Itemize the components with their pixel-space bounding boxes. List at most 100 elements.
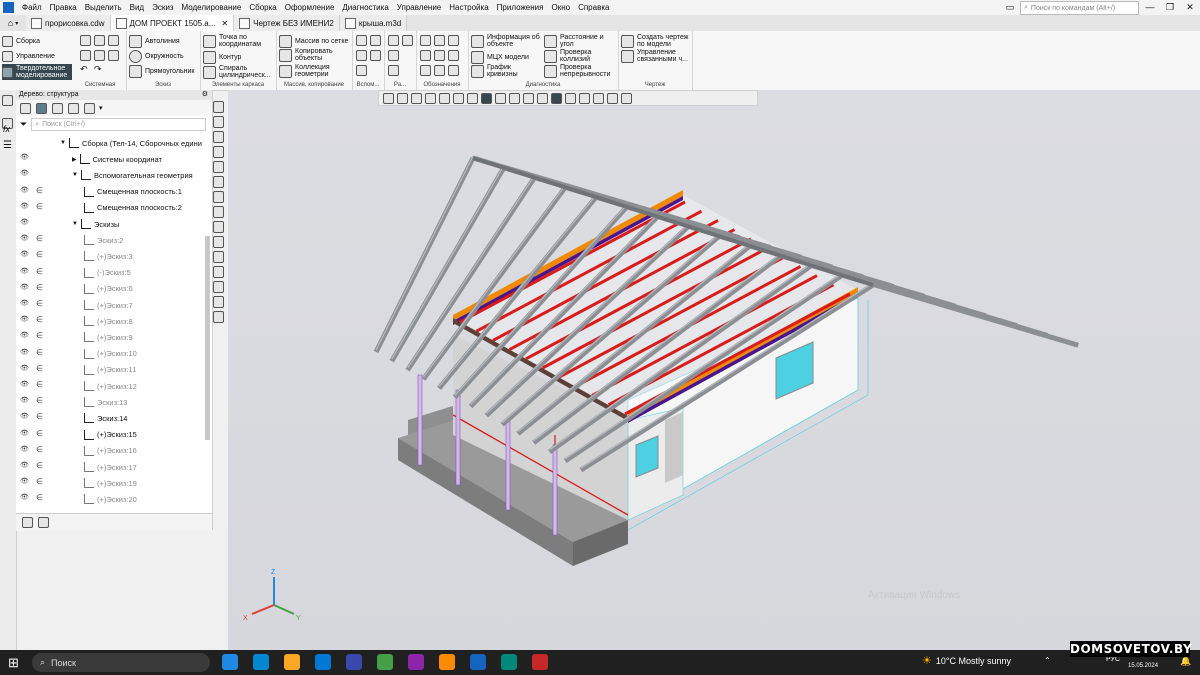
tree-row[interactable]: ▼ Сборка (Тел-14, Сборочных едини (16, 135, 206, 151)
operation-icon[interactable] (213, 296, 224, 308)
visibility-eye-icon[interactable]: 👁 (20, 331, 29, 339)
settings-gear-icon[interactable]: ⚙ (202, 90, 208, 100)
windows-start-icon[interactable]: ⊞ (8, 655, 19, 671)
visibility-eye-icon[interactable]: 👁 (20, 493, 29, 501)
close-tab-icon[interactable]: ✕ (221, 19, 228, 28)
mass-props-button[interactable]: МЦХ модели (471, 51, 529, 64)
redo-icon[interactable]: ↷ (94, 64, 102, 75)
tree-row[interactable]: 👁 ▶ Системы координат (16, 151, 206, 167)
tree-row[interactable]: 👁 ∈ Эскиз:14 (16, 410, 206, 426)
layout-icon[interactable]: ▭ (1000, 0, 1020, 15)
taskbar-app-icon[interactable] (222, 654, 238, 670)
link-icon[interactable]: ∈ (36, 412, 43, 421)
tree-row[interactable]: 👁 ∈ (+)Эскиз:10 (16, 346, 206, 362)
visibility-eye-icon[interactable]: 👁 (20, 445, 29, 453)
document-tab[interactable]: ДОМ ПРОЕКТ 1505.a... ✕ (110, 15, 235, 31)
tree-node[interactable]: Эскиз:2 (84, 235, 123, 246)
tree-node[interactable]: (+)Эскиз:7 (84, 300, 133, 310)
cs-icon[interactable] (370, 50, 381, 61)
print-icon[interactable] (80, 50, 91, 61)
taskbar-app-icon[interactable] (501, 654, 517, 670)
menu-item[interactable]: Выделить (81, 3, 126, 12)
visibility-eye-icon[interactable]: 👁 (20, 412, 29, 420)
visibility-eye-icon[interactable]: 👁 (20, 380, 29, 388)
weld-icon[interactable] (434, 65, 445, 76)
open-folder-icon[interactable] (94, 35, 105, 46)
tree-row[interactable]: 👁 ∈ (+)Эскиз:3 (16, 248, 206, 264)
operation-icon[interactable] (213, 236, 224, 248)
plane-icon[interactable] (356, 35, 367, 46)
tree-node[interactable]: ▼ Вспомогательная геометрия (72, 170, 193, 181)
leader-icon[interactable] (434, 35, 445, 46)
visibility-eye-icon[interactable]: 👁 (20, 299, 29, 307)
notifications-icon[interactable]: 🔔 (1180, 656, 1191, 667)
tree-row[interactable]: 👁 ∈ (+)Эскиз:19 (16, 475, 206, 491)
visibility-eye-icon[interactable]: 👁 (20, 218, 29, 226)
home-button[interactable]: ⌂ ▾ (0, 15, 26, 31)
undo-icon[interactable]: ↶ (80, 64, 88, 75)
taskbar-app-icon[interactable] (284, 654, 300, 670)
operation-icon[interactable] (213, 221, 224, 233)
roughness-icon[interactable] (448, 35, 459, 46)
operation-icon[interactable] (213, 206, 224, 218)
point-by-coords-button[interactable]: Точка по координатам (203, 34, 275, 48)
document-tab[interactable]: прорисовка.cdw (26, 15, 111, 31)
menu-item[interactable]: Моделирование (177, 3, 245, 12)
expand-toggle-icon[interactable]: ▶ (72, 156, 77, 163)
visibility-eye-icon[interactable]: 👁 (20, 461, 29, 469)
tree-row[interactable]: 👁 ∈ (+)Эскиз:11 (16, 362, 206, 378)
rectangle-button[interactable]: Прямоугольник (129, 65, 194, 78)
continuity-check-button[interactable]: Проверка непрерывности (544, 64, 616, 78)
tree-row[interactable]: 👁 ∈ (+)Эскиз:6 (16, 281, 206, 297)
circle-button[interactable]: Окружность (129, 50, 184, 63)
tree-row[interactable]: 👁 ∈ (+)Эскиз:20 (16, 491, 206, 507)
tree-structure-icon[interactable] (20, 102, 31, 114)
tree-node[interactable]: (+)Эскиз:9 (84, 332, 133, 343)
contour-button[interactable]: Контур (203, 51, 241, 64)
tree-row[interactable]: 👁 ∈ (+)Эскиз:15 (16, 427, 206, 443)
distance-angle-button[interactable]: Расстояние и угол (544, 34, 618, 48)
visibility-eye-icon[interactable]: 👁 (20, 396, 29, 404)
document-tab[interactable]: Чертеж БЕЗ ИМЕНИ2 (234, 15, 340, 31)
tree-node[interactable]: ▼ Сборка (Тел-14, Сборочных едини (60, 138, 202, 148)
visibility-eye-icon[interactable]: 👁 (20, 477, 29, 485)
link-icon[interactable]: ∈ (36, 461, 43, 470)
tolerance-icon[interactable] (448, 50, 459, 61)
link-icon[interactable]: ∈ (36, 250, 43, 259)
link-icon[interactable]: ∈ (36, 429, 43, 438)
menu-item[interactable]: Приложения (493, 3, 548, 12)
layers-icon[interactable]: ☰ (3, 140, 12, 151)
expand-toggle-icon[interactable]: ▼ (72, 221, 78, 227)
menu-item[interactable]: Справка (574, 3, 613, 12)
operation-icon[interactable] (213, 251, 224, 263)
tree-row[interactable]: 👁 ∈ (+)Эскиз:17 (16, 459, 206, 475)
tree-scrollbar[interactable] (205, 236, 210, 440)
operation-icon[interactable] (213, 281, 224, 293)
dimension4-icon[interactable] (388, 65, 399, 76)
link-icon[interactable]: ∈ (36, 283, 43, 292)
close-button[interactable]: ✕ (1180, 0, 1200, 15)
link-icon[interactable]: ∈ (36, 364, 43, 373)
visibility-eye-icon[interactable]: 👁 (20, 283, 29, 291)
tree-node[interactable]: (-)Эскиз:5 (84, 267, 131, 278)
menu-item[interactable]: Файл (18, 3, 46, 12)
tree-row[interactable]: 👁 ∈ (+)Эскиз:16 (16, 443, 206, 459)
document-tab[interactable]: крыша.m3d (339, 15, 408, 31)
link-icon[interactable]: ∈ (36, 445, 43, 454)
list-tab-icon[interactable] (38, 517, 49, 528)
tree-node[interactable]: (+)Эскиз:8 (84, 316, 133, 327)
tree-row[interactable]: 👁 ∈ (+)Эскиз:8 (16, 313, 206, 329)
collision-check-button[interactable]: Проверка коллизий (544, 49, 610, 63)
tree-row[interactable]: 👁 ▼ Эскизы (16, 216, 206, 232)
house-model[interactable]: Z X Y (228, 90, 1200, 650)
tree-node[interactable]: (+)Эскиз:12 (84, 381, 137, 391)
copy-icon[interactable] (94, 50, 105, 61)
visibility-eye-icon[interactable]: 👁 (20, 250, 29, 258)
tree-node[interactable]: Смещенная плоскость:1 (84, 186, 182, 197)
create-drawing-button[interactable]: Создать чертеж по модели (621, 34, 691, 48)
operation-icon[interactable] (213, 101, 224, 113)
curvature-graph-button[interactable]: График кривизны (471, 64, 537, 78)
geometry-collection-button[interactable]: Коллекция геометрии (279, 64, 345, 78)
tree-node[interactable]: Эскиз:14 (84, 413, 127, 424)
menu-item[interactable]: Правка (46, 3, 81, 12)
